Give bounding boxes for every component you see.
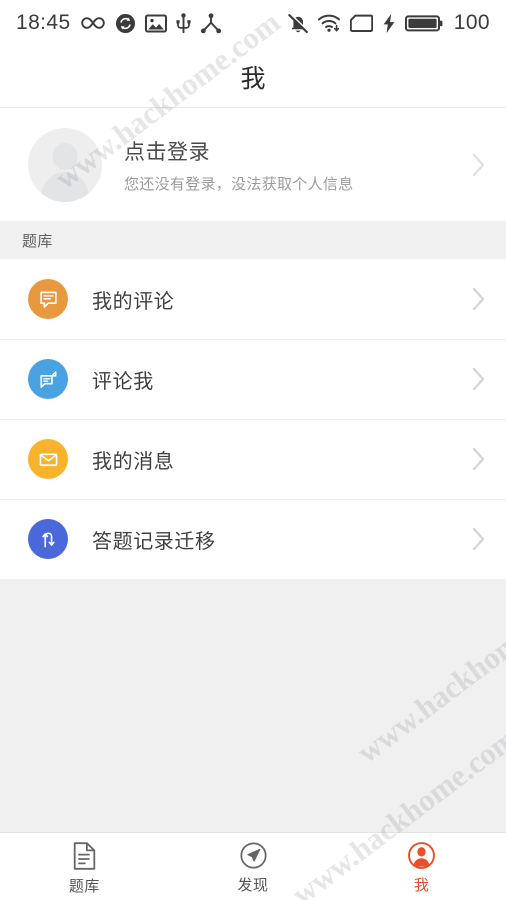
menu-item-my-comments[interactable]: 我的评论	[0, 259, 506, 339]
chevron-right-icon	[472, 287, 485, 311]
comment-bubble-icon	[28, 279, 68, 319]
menu-item-comment-me[interactable]: 评论我	[0, 339, 506, 419]
share-network-icon	[200, 12, 221, 33]
login-title: 点击登录	[124, 139, 210, 164]
sync-icon	[115, 13, 135, 33]
comment-reply-icon	[28, 359, 68, 399]
default-avatar-icon	[28, 127, 102, 202]
wifi-download-icon	[317, 14, 340, 32]
tab-label: 我	[413, 876, 430, 894]
menu-item-label: 答题记录迁移	[92, 528, 216, 553]
menu-item-label: 我的评论	[92, 288, 175, 313]
empty-space	[0, 579, 506, 832]
chevron-right-icon	[472, 447, 485, 471]
status-bar-left: 18:45	[16, 11, 222, 35]
login-subtitle: 您还没有登录，没法获取个人信息	[124, 174, 354, 193]
tab-tiku[interactable]: 题库	[0, 833, 169, 900]
menu-item-label: 我的消息	[92, 448, 175, 473]
compass-icon	[239, 842, 267, 869]
status-bar: 18:45 100	[0, 0, 506, 46]
battery-full-icon	[404, 14, 443, 31]
status-bar-right: 100	[288, 11, 490, 35]
transfer-arrows-icon	[28, 519, 68, 559]
section-header-label: 题库	[22, 231, 53, 250]
comment-reply-glyph	[39, 370, 56, 388]
status-bar-clock: 18:45	[16, 11, 71, 34]
sd-card-icon	[349, 14, 373, 32]
section-header-tiku: 题库	[0, 221, 506, 259]
avatar-head-shape	[52, 142, 78, 170]
battery-percent-label: 100	[453, 11, 490, 34]
image-icon	[144, 14, 167, 32]
avatar-body-shape	[41, 171, 89, 202]
transfer-arrows-glyph	[41, 532, 55, 547]
chevron-right-icon	[472, 527, 485, 551]
page-header: 我	[0, 46, 506, 108]
tab-label: 题库	[68, 876, 100, 895]
infinity-icon	[80, 17, 105, 29]
menu-list: 我的评论 评论我 我的消息 答题记录迁移	[0, 259, 506, 579]
usb-icon	[175, 12, 191, 33]
document-icon	[73, 841, 96, 870]
comment-bubble-glyph	[39, 291, 57, 308]
menu-item-record-migration[interactable]: 答题记录迁移	[0, 499, 506, 579]
content-area: 点击登录 您还没有登录，没法获取个人信息 题库 我的评论 评论我 我的消息 答题…	[0, 108, 506, 832]
tab-discover[interactable]: 发现	[169, 833, 338, 900]
chevron-right-icon	[472, 367, 485, 391]
login-row[interactable]: 点击登录 您还没有登录，没法获取个人信息	[0, 108, 506, 221]
bottom-tab-bar: 题库 发现 我	[0, 832, 506, 900]
envelope-glyph	[39, 453, 57, 466]
login-row-text: 点击登录 您还没有登录，没法获取个人信息	[124, 136, 354, 194]
menu-item-label: 评论我	[92, 368, 154, 393]
charging-bolt-icon	[383, 13, 395, 33]
tab-label: 发现	[237, 876, 269, 894]
person-icon	[408, 842, 436, 869]
app-root: 18:45 100 我 点击登录 您还没有登录，没法获取个人信息 题库 我的评论…	[0, 0, 506, 900]
envelope-icon	[28, 439, 68, 479]
chevron-right-icon	[472, 153, 485, 176]
tab-me[interactable]: 我	[337, 833, 506, 900]
page-title: 我	[240, 63, 266, 93]
menu-item-my-messages[interactable]: 我的消息	[0, 419, 506, 499]
bell-muted-icon	[288, 12, 308, 33]
